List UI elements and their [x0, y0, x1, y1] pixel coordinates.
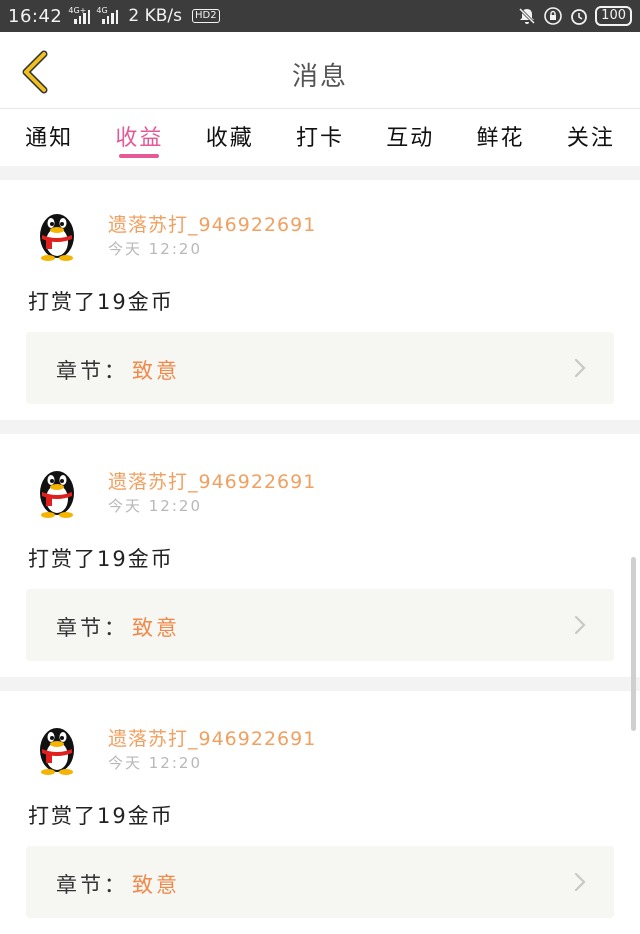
network-speed: 2 KB/s — [128, 6, 182, 26]
username[interactable]: 遗落苏打_946922691 — [108, 724, 316, 751]
section-divider — [0, 166, 640, 180]
chapter-name: 致意 — [132, 873, 180, 897]
battery-indicator: 100 — [595, 6, 632, 26]
signal-icon-2: 4G — [96, 6, 119, 24]
chevron-right-icon — [574, 358, 586, 378]
alarm-icon — [569, 6, 589, 26]
chapter-label: 章节： — [56, 359, 128, 383]
mute-icon — [517, 6, 537, 26]
signal-tag-2: 4G — [96, 6, 108, 15]
qq-penguin-icon[interactable] — [34, 206, 80, 262]
tab-notify[interactable]: 通知 — [25, 110, 73, 158]
timestamp: 今天 12:20 — [108, 497, 202, 515]
status-time: 16:42 — [8, 5, 63, 27]
tab-bar: 通知 收益 收藏 打卡 互动 鲜花 关注 — [0, 110, 640, 166]
timestamp: 今天 12:20 — [108, 754, 202, 772]
chapter-name: 致意 — [132, 616, 180, 640]
tab-flowers[interactable]: 鲜花 — [477, 110, 525, 158]
qq-penguin-icon[interactable] — [34, 720, 80, 776]
signal-tag-1: 4G+ — [68, 6, 87, 15]
tab-checkin[interactable]: 打卡 — [296, 110, 344, 158]
lock-rotation-icon — [543, 6, 563, 26]
list-item: 遗落苏打_946922691 今天 12:20 打赏了19金币 章节： 致意 — [0, 437, 640, 677]
list-item: 遗落苏打_946922691 今天 12:20 打赏了19金币 章节： 致意 — [0, 180, 640, 420]
tab-favorites[interactable]: 收藏 — [206, 110, 254, 158]
chapter-name: 致意 — [132, 359, 180, 383]
username[interactable]: 遗落苏打_946922691 — [108, 467, 316, 494]
message-text: 打赏了19金币 — [28, 547, 174, 571]
signal-icon: 4G+ — [68, 6, 91, 24]
section-divider — [0, 420, 640, 434]
message-text: 打赏了19金币 — [28, 290, 174, 314]
hd-badge: HD2 — [192, 9, 220, 23]
app-header: 消息 — [0, 32, 640, 109]
status-bar: 16:42 4G+ 4G 2 KB/s HD2 100 — [0, 0, 640, 32]
tab-follow[interactable]: 关注 — [567, 110, 615, 158]
chapter-label: 章节： — [56, 873, 128, 897]
timestamp: 今天 12:20 — [108, 240, 202, 258]
scrollbar[interactable] — [631, 557, 636, 731]
chapter-link[interactable]: 章节： 致意 — [26, 846, 614, 918]
qq-penguin-icon[interactable] — [34, 463, 80, 519]
chapter-label: 章节： — [56, 616, 128, 640]
chevron-right-icon — [574, 872, 586, 892]
list-item: 遗落苏打_946922691 今天 12:20 打赏了19金币 章节： 致意 — [0, 694, 640, 934]
username[interactable]: 遗落苏打_946922691 — [108, 210, 316, 237]
chapter-link[interactable]: 章节： 致意 — [26, 332, 614, 404]
section-divider — [0, 677, 640, 691]
message-text: 打赏了19金币 — [28, 804, 174, 828]
tab-interaction[interactable]: 互动 — [386, 110, 434, 158]
tab-earnings[interactable]: 收益 — [115, 110, 163, 158]
chevron-right-icon — [574, 615, 586, 635]
chapter-link[interactable]: 章节： 致意 — [26, 589, 614, 661]
page-title: 消息 — [291, 62, 348, 92]
